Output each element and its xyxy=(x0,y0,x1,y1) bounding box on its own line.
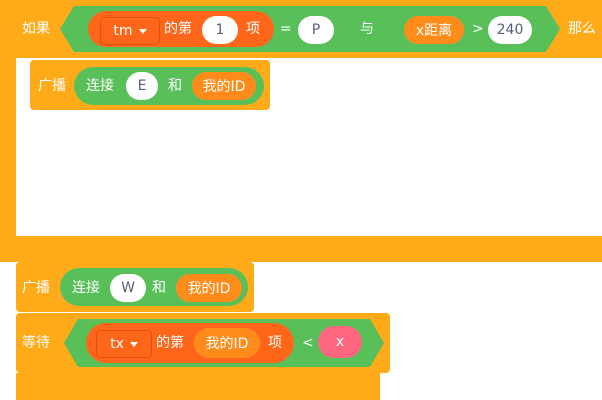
equals-sign: = xyxy=(280,21,292,37)
join-and-label-2: 和 xyxy=(152,280,166,296)
if-keyword: 如果 xyxy=(22,21,50,37)
my-id-variable-inner[interactable]: 我的ID xyxy=(192,72,256,100)
then-keyword: 那么 xyxy=(568,21,596,37)
item-label-wait: 项 xyxy=(268,335,282,351)
wait-block-tail xyxy=(16,373,380,400)
gt-value-input[interactable]: 240 xyxy=(488,16,532,44)
if-block-left-arm xyxy=(0,58,16,258)
my-id-label-2: 我的ID xyxy=(187,281,231,297)
list-dropdown-tx[interactable]: tx xyxy=(96,330,152,358)
list-dropdown-label: tm xyxy=(113,23,133,39)
my-id-variable-2[interactable]: 我的ID xyxy=(176,274,242,302)
index-input[interactable]: 1 xyxy=(202,16,238,44)
distance-variable[interactable]: x距离 xyxy=(404,16,464,44)
compare-value: P xyxy=(311,22,321,38)
compare-input[interactable]: P xyxy=(298,16,334,44)
item-label: 项 xyxy=(246,21,260,37)
dropdown-arrow-icon xyxy=(138,28,147,34)
join-first-input-inner[interactable]: E xyxy=(126,72,158,100)
broadcast-label-2: 广播 xyxy=(22,280,50,296)
gt-sign: > xyxy=(472,21,484,37)
of-the-label: 的第 xyxy=(164,21,192,37)
list-dropdown-label-wait: tx xyxy=(110,336,124,352)
join-label-inner: 连接 xyxy=(86,78,114,94)
of-the-label-wait: 的第 xyxy=(156,335,184,351)
broadcast-label-inner: 广播 xyxy=(38,78,66,94)
join-first-value-inner: E xyxy=(137,78,147,94)
list-dropdown-tm[interactable]: tm xyxy=(100,17,160,45)
lt-sign: < xyxy=(302,335,314,351)
and-label: 与 xyxy=(360,21,374,37)
wait-keyword: 等待 xyxy=(22,335,50,351)
x-reporter-label: x xyxy=(335,334,345,350)
x-reporter[interactable]: x xyxy=(318,326,362,358)
my-id-label-wait: 我的ID xyxy=(205,336,249,352)
join-label-2: 连接 xyxy=(72,280,100,296)
join-first-value-2: W xyxy=(121,280,135,296)
join-and-label-inner: 和 xyxy=(168,78,182,94)
gt-value: 240 xyxy=(496,22,524,38)
dropdown-arrow-icon xyxy=(129,341,138,347)
distance-var-label: x距离 xyxy=(415,23,453,39)
join-first-input-2[interactable]: W xyxy=(110,274,146,302)
my-id-variable-wait[interactable]: 我的ID xyxy=(194,328,260,358)
my-id-label-inner: 我的ID xyxy=(202,79,246,95)
index-value: 1 xyxy=(215,22,225,38)
if-block-footer xyxy=(0,236,602,262)
